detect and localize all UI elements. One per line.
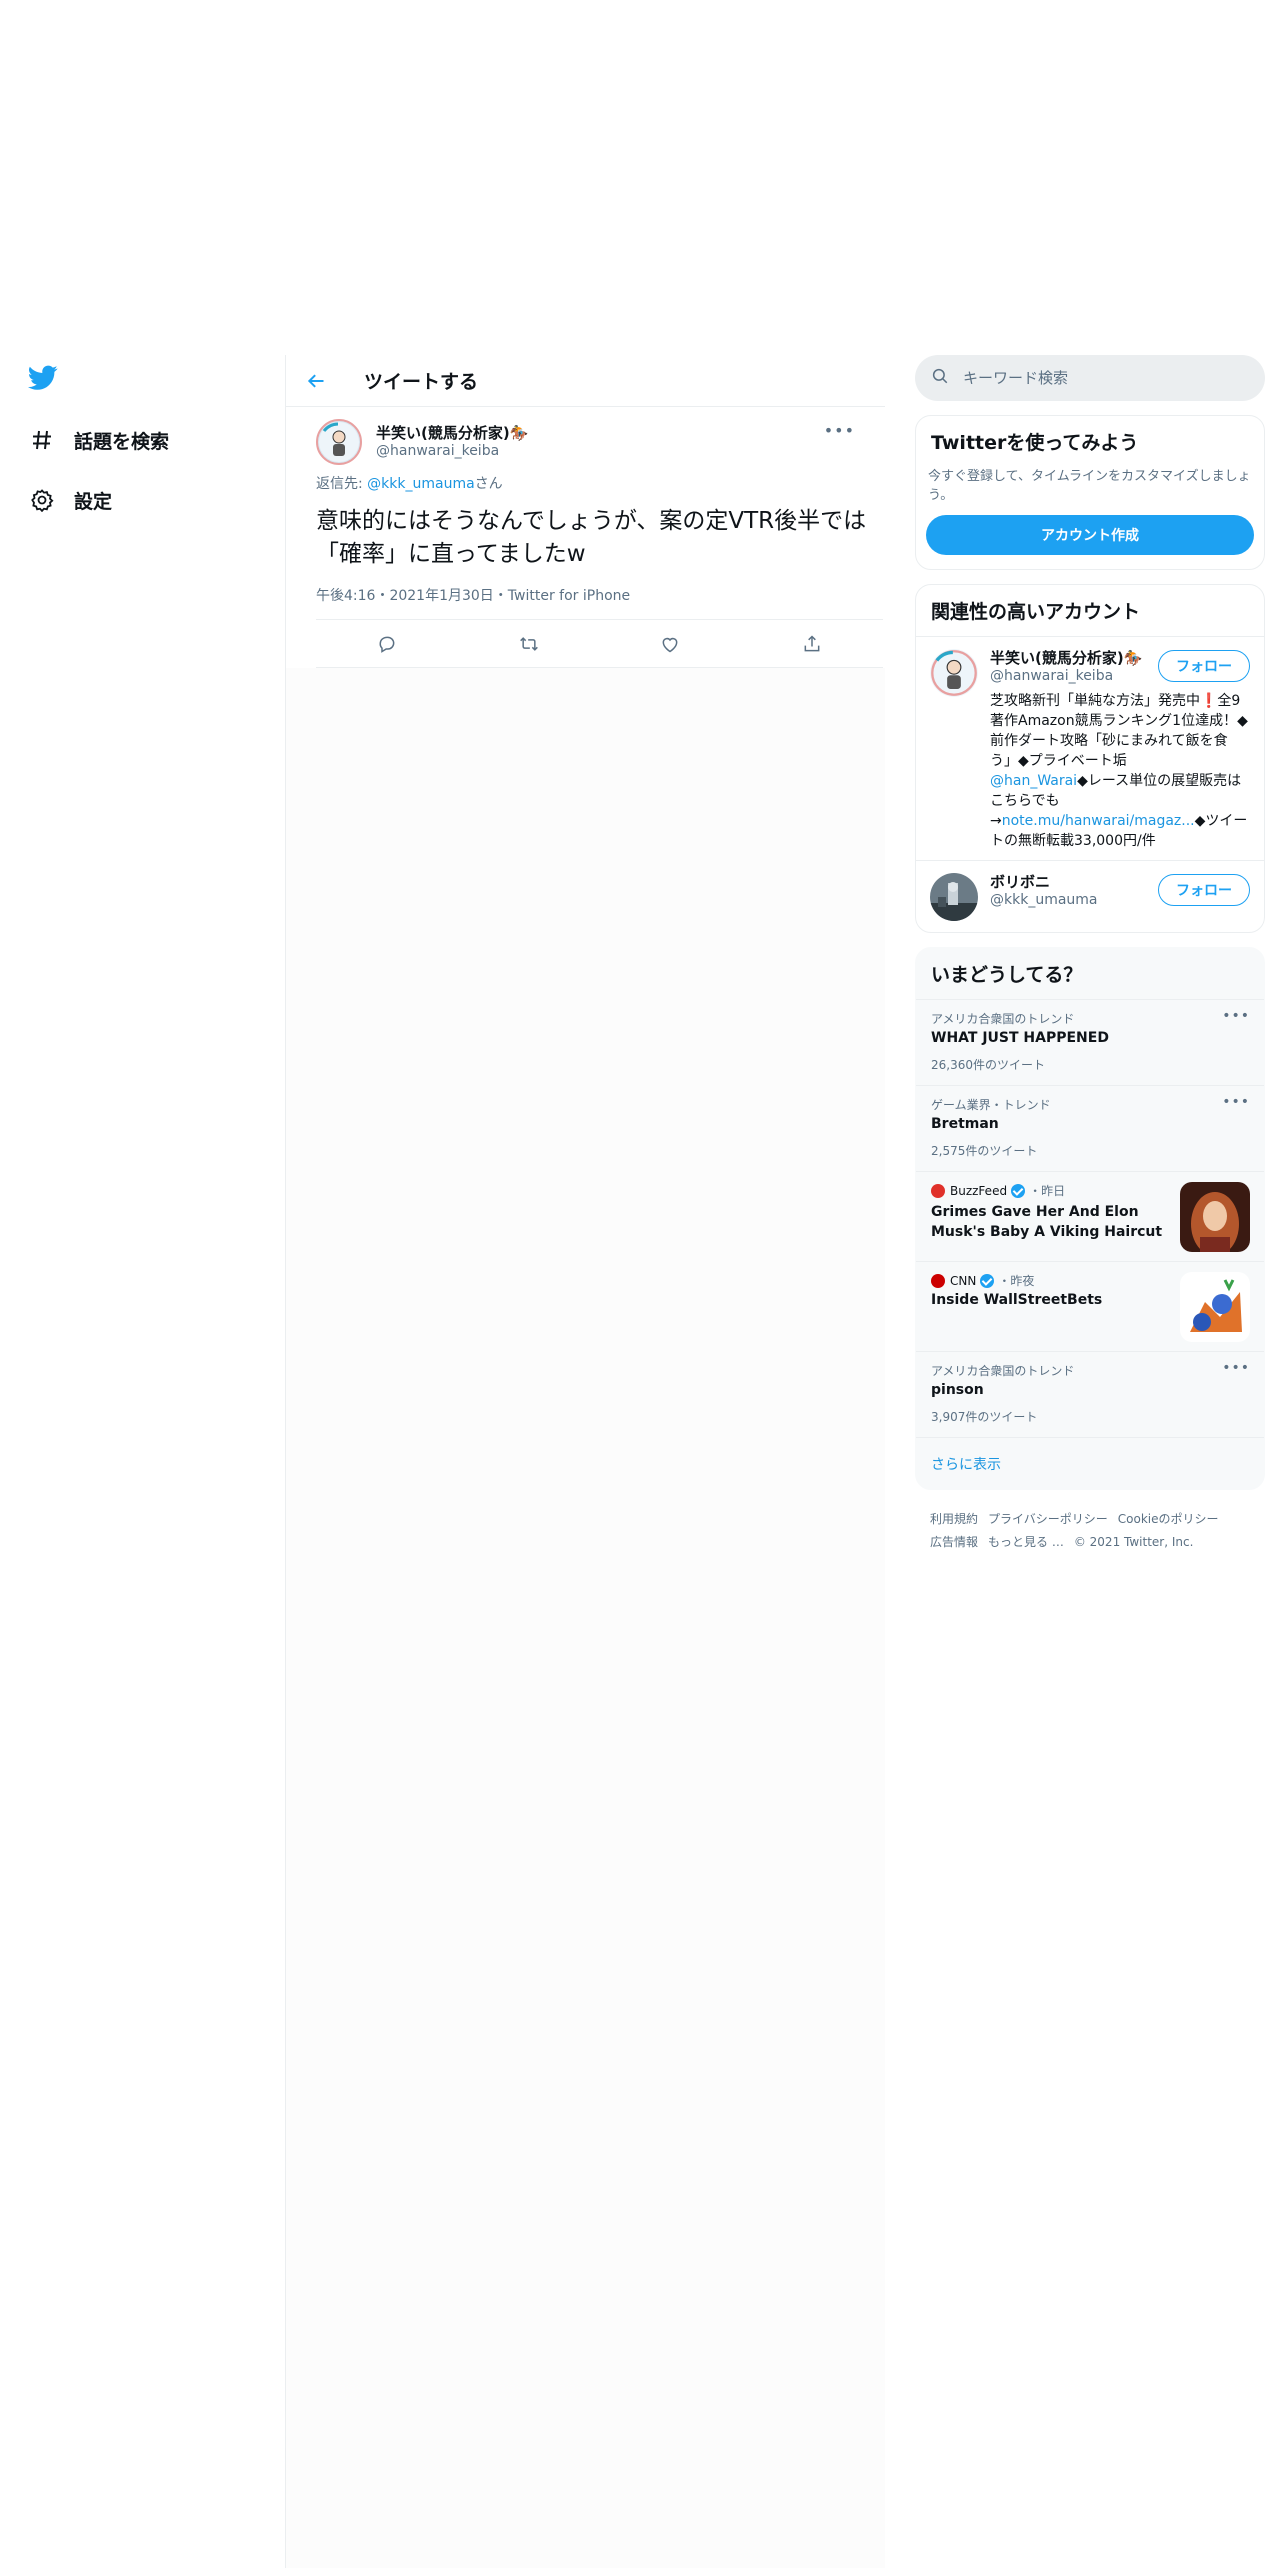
verified-icon (1011, 1183, 1026, 1198)
tweet-author-name[interactable]: 半笑い(競馬分析家)🏇 (376, 422, 528, 443)
trend-item[interactable]: ゲーム業界・トレンド Bretman 2,575件のツイート ••• (916, 1085, 1264, 1171)
buzzfeed-logo-icon (931, 1183, 945, 1198)
follow-button[interactable]: フォロー (1158, 650, 1250, 682)
related-title: 関連性の高いアカウント (931, 601, 1141, 623)
trend-title: WHAT JUST HAPPENED (931, 1030, 1109, 1046)
main-header: ツイートする (286, 355, 885, 407)
search-icon (931, 367, 949, 389)
news-time: ・昨夜 (998, 1274, 1035, 1288)
tweet-meta: 午後4:16・2021年1月30日・Twitter for iPhone (316, 585, 883, 620)
news-thumbnail (1180, 1272, 1250, 1342)
related-accounts-card: 関連性の高いアカウント 半笑い(競馬分析家)🏇 @hanwarai_keiba … (915, 584, 1265, 933)
more-options-icon[interactable]: ••• (1222, 1008, 1250, 1024)
account-handle: @hanwarai_keiba (990, 668, 1114, 684)
main-column: ツイートする 半笑い(競馬分析家)🏇 @hanwarai_keiba ••• 返… (286, 355, 885, 2568)
back-arrow-icon[interactable] (304, 369, 328, 393)
news-source-name: CNN (950, 1273, 977, 1288)
nav-settings-label: 設定 (74, 490, 113, 513)
account-handle: @kkk_umauma (990, 892, 1098, 908)
search-input[interactable] (963, 369, 1223, 387)
tweet-author-handle[interactable]: @hanwarai_keiba (376, 443, 499, 459)
search-box[interactable] (915, 355, 1265, 401)
trend-item[interactable]: アメリカ合衆国のトレンド WHAT JUST HAPPENED 26,360件の… (916, 999, 1264, 1085)
follow-button[interactable]: フォロー (1158, 874, 1250, 906)
trend-title: pinson (931, 1382, 984, 1398)
reply-prefix: 返信先: (316, 476, 368, 492)
hashtag-icon (28, 426, 56, 454)
reply-to: 返信先: @kkk_umaumaさん (316, 473, 869, 493)
right-sidebar: Twitterを使ってみよう 今すぐ登録して、タイムラインをカスタマイズしましょ… (915, 355, 1265, 1572)
nav-settings[interactable]: 設定 (28, 480, 112, 520)
trend-count: 26,360件のツイート (931, 1058, 1045, 1072)
news-time: ・昨日 (1029, 1184, 1066, 1198)
account-name: 半笑い(競馬分析家)🏇 (990, 649, 1143, 667)
avatar[interactable] (930, 649, 978, 697)
trend-context: アメリカ合衆国のトレンド (931, 1364, 1075, 1378)
trends-title: いまどうしてる？ (931, 964, 1083, 986)
trend-count: 2,575件のツイート (931, 1144, 1038, 1158)
tweet-actions (316, 620, 883, 668)
tweet-text: 意味的にはそうなんでしょうが、案の定VTR後半では「確率」に直ってましたw (316, 508, 867, 567)
more-options-icon[interactable]: ••• (1222, 1094, 1250, 1110)
more-options-icon[interactable]: ••• (1222, 1360, 1250, 1376)
avatar[interactable] (316, 419, 362, 465)
page: 話題を検索 設定 ツイートする 半笑い(競馬分析家)🏇 @hanwarai_ke… (0, 0, 1284, 2568)
bio-text: 芝攻略新刊「単純な方法」発売中❗️全9著作Amazon競馬ランキング1位達成！◆… (990, 693, 1248, 769)
bio-link[interactable]: note.mu/hanwarai/magaz... (1002, 813, 1195, 829)
tweet: 半笑い(競馬分析家)🏇 @hanwarai_keiba ••• 返信先: @kk… (286, 407, 885, 668)
footer-link[interactable]: もっと見る … (988, 1535, 1064, 1549)
news-thumbnail (1180, 1182, 1250, 1252)
reply-handle-link[interactable]: @kkk_umauma (367, 476, 475, 492)
trend-count: 3,907件のツイート (931, 1410, 1038, 1424)
show-more-link[interactable]: さらに表示 (916, 1437, 1264, 1489)
account-name: ボリボニ (990, 873, 1051, 891)
share-icon[interactable] (799, 631, 825, 657)
signup-card: Twitterを使ってみよう 今すぐ登録して、タイムラインをカスタマイズしましょ… (915, 415, 1265, 570)
twitter-logo-icon[interactable] (28, 365, 62, 395)
trend-context: ゲーム業界・トレンド (931, 1098, 1051, 1112)
footer-link[interactable]: Cookieのポリシー (1118, 1512, 1219, 1526)
news-title: Inside WallStreetBets (931, 1292, 1103, 1308)
news-source: BuzzFeed ・昨日 (931, 1182, 1065, 1199)
news-source-name: BuzzFeed (950, 1183, 1008, 1198)
bio-link[interactable]: @han_Warai (990, 773, 1077, 789)
nav-explore[interactable]: 話題を検索 (28, 420, 169, 460)
avatar[interactable] (930, 873, 978, 921)
reply-icon[interactable] (374, 631, 400, 657)
trend-item[interactable]: アメリカ合衆国のトレンド pinson 3,907件のツイート ••• (916, 1351, 1264, 1437)
copyright: © 2021 Twitter, Inc. (1073, 1535, 1194, 1549)
trend-context: アメリカ合衆国のトレンド (931, 1012, 1075, 1026)
gear-icon (28, 486, 56, 514)
tweet-header: 半笑い(競馬分析家)🏇 @hanwarai_keiba ••• (302, 407, 869, 473)
account-bio: 芝攻略新刊「単純な方法」発売中❗️全9著作Amazon競馬ランキング1位達成！◆… (990, 691, 1248, 851)
nav-explore-label: 話題を検索 (74, 430, 170, 453)
account-item[interactable]: 半笑い(競馬分析家)🏇 @hanwarai_keiba フォロー 芝攻略新刊「単… (916, 636, 1264, 860)
footer: 利用規約 プライバシーポリシー Cookieのポリシー 広告情報 もっと見る … © 2… (915, 1490, 1265, 1572)
signup-title: Twitterを使ってみよう (931, 432, 1139, 454)
trend-title: Bretman (931, 1116, 999, 1132)
page-title: ツイートする (364, 371, 479, 393)
retweet-icon[interactable] (516, 631, 542, 657)
news-title: Grimes Gave Her And Elon Musk's Baby A V… (931, 1204, 1163, 1240)
account-item[interactable]: ボリボニ @kkk_umauma フォロー (916, 860, 1264, 932)
create-account-button[interactable]: アカウント作成 (926, 515, 1254, 555)
reply-suffix: さん (474, 476, 503, 492)
news-item[interactable]: BuzzFeed ・昨日 Grimes Gave Her And Elon Mu… (916, 1171, 1264, 1261)
footer-link[interactable]: 広告情報 (930, 1535, 978, 1549)
footer-link[interactable]: 利用規約 (930, 1512, 978, 1526)
verified-icon (980, 1273, 995, 1288)
news-item[interactable]: CNN ・昨夜 Inside WallStreetBets (916, 1261, 1264, 1351)
like-icon[interactable] (657, 631, 683, 657)
signup-description: 今すぐ登録して、タイムラインをカスタマイズしましょう。 (928, 469, 1251, 503)
more-options-icon[interactable]: ••• (824, 421, 855, 440)
trends-card: いまどうしてる？ アメリカ合衆国のトレンド WHAT JUST HAPPENED… (915, 947, 1265, 1490)
footer-link[interactable]: プライバシーポリシー (988, 1512, 1108, 1526)
cnn-logo-icon (931, 1273, 945, 1288)
news-source: CNN ・昨夜 (931, 1272, 1034, 1289)
